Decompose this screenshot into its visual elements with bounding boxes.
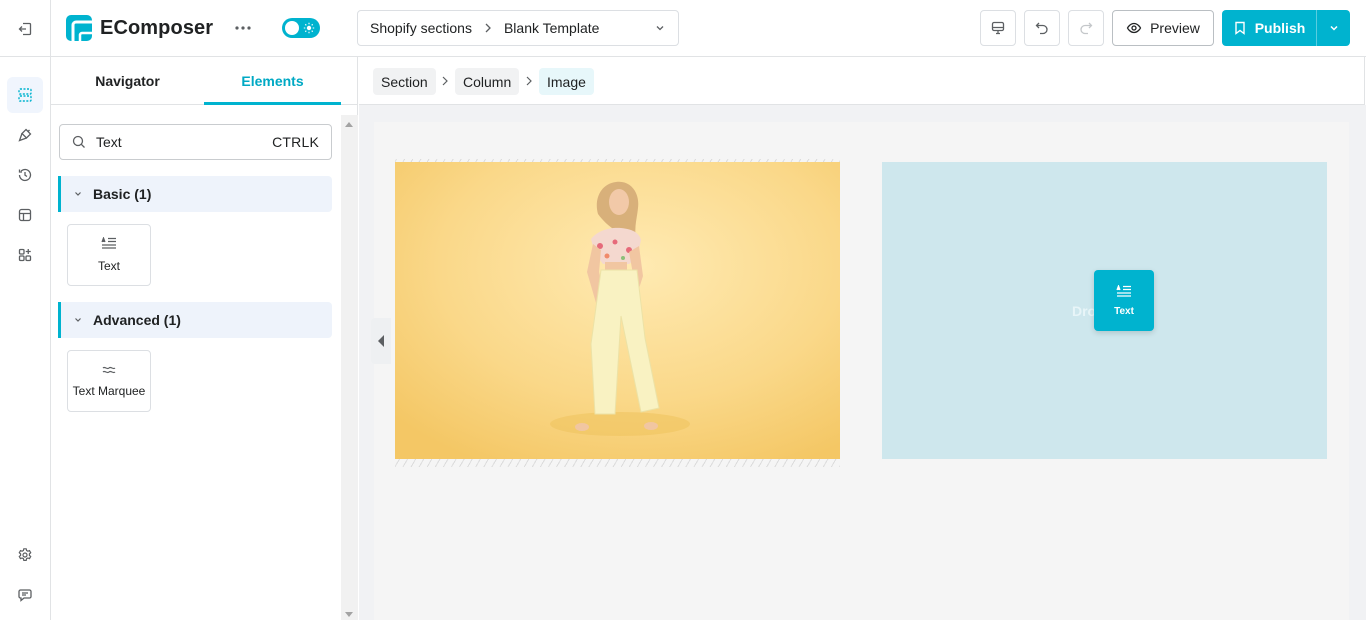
- preview-label: Preview: [1150, 20, 1200, 36]
- panel-tabs: Navigator Elements: [51, 57, 358, 105]
- breadcrumb-section[interactable]: Section: [373, 68, 436, 95]
- publish-button[interactable]: Publish: [1222, 10, 1316, 46]
- search-shortcut: CTRLK: [272, 134, 319, 150]
- rail-item-history[interactable]: [7, 157, 43, 193]
- group-basic[interactable]: Basic (1): [58, 176, 332, 212]
- element-card-text-marquee[interactable]: Text Marquee: [67, 350, 151, 412]
- preview-button[interactable]: Preview: [1112, 10, 1214, 46]
- template-selector[interactable]: Shopify sections Blank Template: [357, 10, 679, 46]
- chevron-right-icon: [484, 22, 492, 34]
- text-icon: [1116, 284, 1132, 299]
- caret-left-icon: [378, 335, 384, 347]
- publish-label: Publish: [1254, 20, 1306, 36]
- chevron-right-icon: [525, 75, 533, 87]
- chevron-down-icon: [1328, 22, 1340, 34]
- more-horizontal-icon: [235, 26, 251, 30]
- brush-icon: [17, 127, 33, 143]
- text-icon: [101, 237, 117, 251]
- group-advanced[interactable]: Advanced (1): [58, 302, 332, 338]
- eye-icon: [1126, 20, 1142, 36]
- app-name: EComposer: [100, 16, 214, 39]
- gear-icon: [17, 547, 33, 563]
- exit-icon: [17, 21, 33, 37]
- desktop-icon: [990, 20, 1006, 36]
- left-rail: [0, 57, 51, 620]
- scroll-down-arrow[interactable]: [345, 612, 353, 617]
- tab-elements[interactable]: Elements: [204, 57, 341, 105]
- panel-scrollbar[interactable]: [341, 115, 358, 620]
- chat-icon: [17, 587, 33, 603]
- rail-item-layers[interactable]: [7, 77, 43, 113]
- rail-item-styles[interactable]: [7, 117, 43, 153]
- theme-toggle[interactable]: [282, 18, 320, 38]
- app-logo[interactable]: EComposer: [66, 15, 213, 41]
- rail-item-chat[interactable]: [7, 577, 43, 613]
- rail-item-layout[interactable]: [7, 197, 43, 233]
- undo-button[interactable]: [1024, 10, 1060, 46]
- undo-icon: [1034, 20, 1050, 36]
- tab-navigator[interactable]: Navigator: [51, 57, 204, 105]
- chevron-down-icon: [654, 22, 666, 34]
- group-label: Basic (1): [93, 186, 152, 202]
- template-parent: Shopify sections: [370, 20, 472, 36]
- chevron-down-icon: [73, 315, 83, 325]
- search-icon: [72, 135, 86, 149]
- dragging-element-label: Text: [1114, 305, 1134, 317]
- sections-icon: [17, 87, 33, 103]
- elements-panel: Navigator Elements Text CTRLK Basic (1) …: [51, 57, 358, 620]
- exit-button[interactable]: [0, 0, 51, 57]
- breadcrumb-column[interactable]: Column: [455, 68, 520, 95]
- image-element[interactable]: [395, 162, 840, 459]
- publish-options-button[interactable]: [1316, 10, 1350, 46]
- add-apps-icon: [17, 247, 33, 263]
- element-search-input[interactable]: Text CTRLK: [59, 124, 332, 160]
- breadcrumb-image[interactable]: Image: [539, 68, 594, 95]
- collapse-panel-button[interactable]: [371, 318, 391, 364]
- template-current: Blank Template: [503, 20, 600, 36]
- dragging-element-text[interactable]: Text: [1094, 270, 1154, 331]
- history-icon: [17, 167, 33, 183]
- element-label: Text Marquee: [72, 384, 146, 398]
- element-card-text[interactable]: Text: [67, 224, 151, 286]
- sun-icon: [303, 22, 315, 34]
- rail-item-settings[interactable]: [7, 537, 43, 573]
- ecomposer-logo-icon: [66, 15, 92, 41]
- scroll-up-arrow[interactable]: [345, 122, 353, 127]
- breadcrumb: Section Column Image: [359, 57, 1365, 105]
- search-value: Text: [96, 134, 122, 150]
- group-label: Advanced (1): [93, 312, 181, 328]
- device-switch-button[interactable]: [980, 10, 1016, 46]
- woman-photo-illustration: [395, 162, 840, 459]
- bookmark-icon: [1233, 21, 1247, 35]
- redo-icon: [1078, 20, 1094, 36]
- toggle-knob: [285, 21, 299, 35]
- chevron-right-icon: [441, 75, 449, 87]
- redo-button[interactable]: [1068, 10, 1104, 46]
- rail-item-apps[interactable]: [7, 237, 43, 273]
- image-padding-bottom: [395, 459, 840, 467]
- element-label: Text: [97, 259, 120, 273]
- more-menu-button[interactable]: [230, 17, 256, 39]
- layout-icon: [17, 207, 33, 223]
- top-bar: EComposer Shopify sections Blank Templat…: [0, 0, 1366, 57]
- marquee-icon: [101, 364, 117, 376]
- chevron-down-icon: [73, 189, 83, 199]
